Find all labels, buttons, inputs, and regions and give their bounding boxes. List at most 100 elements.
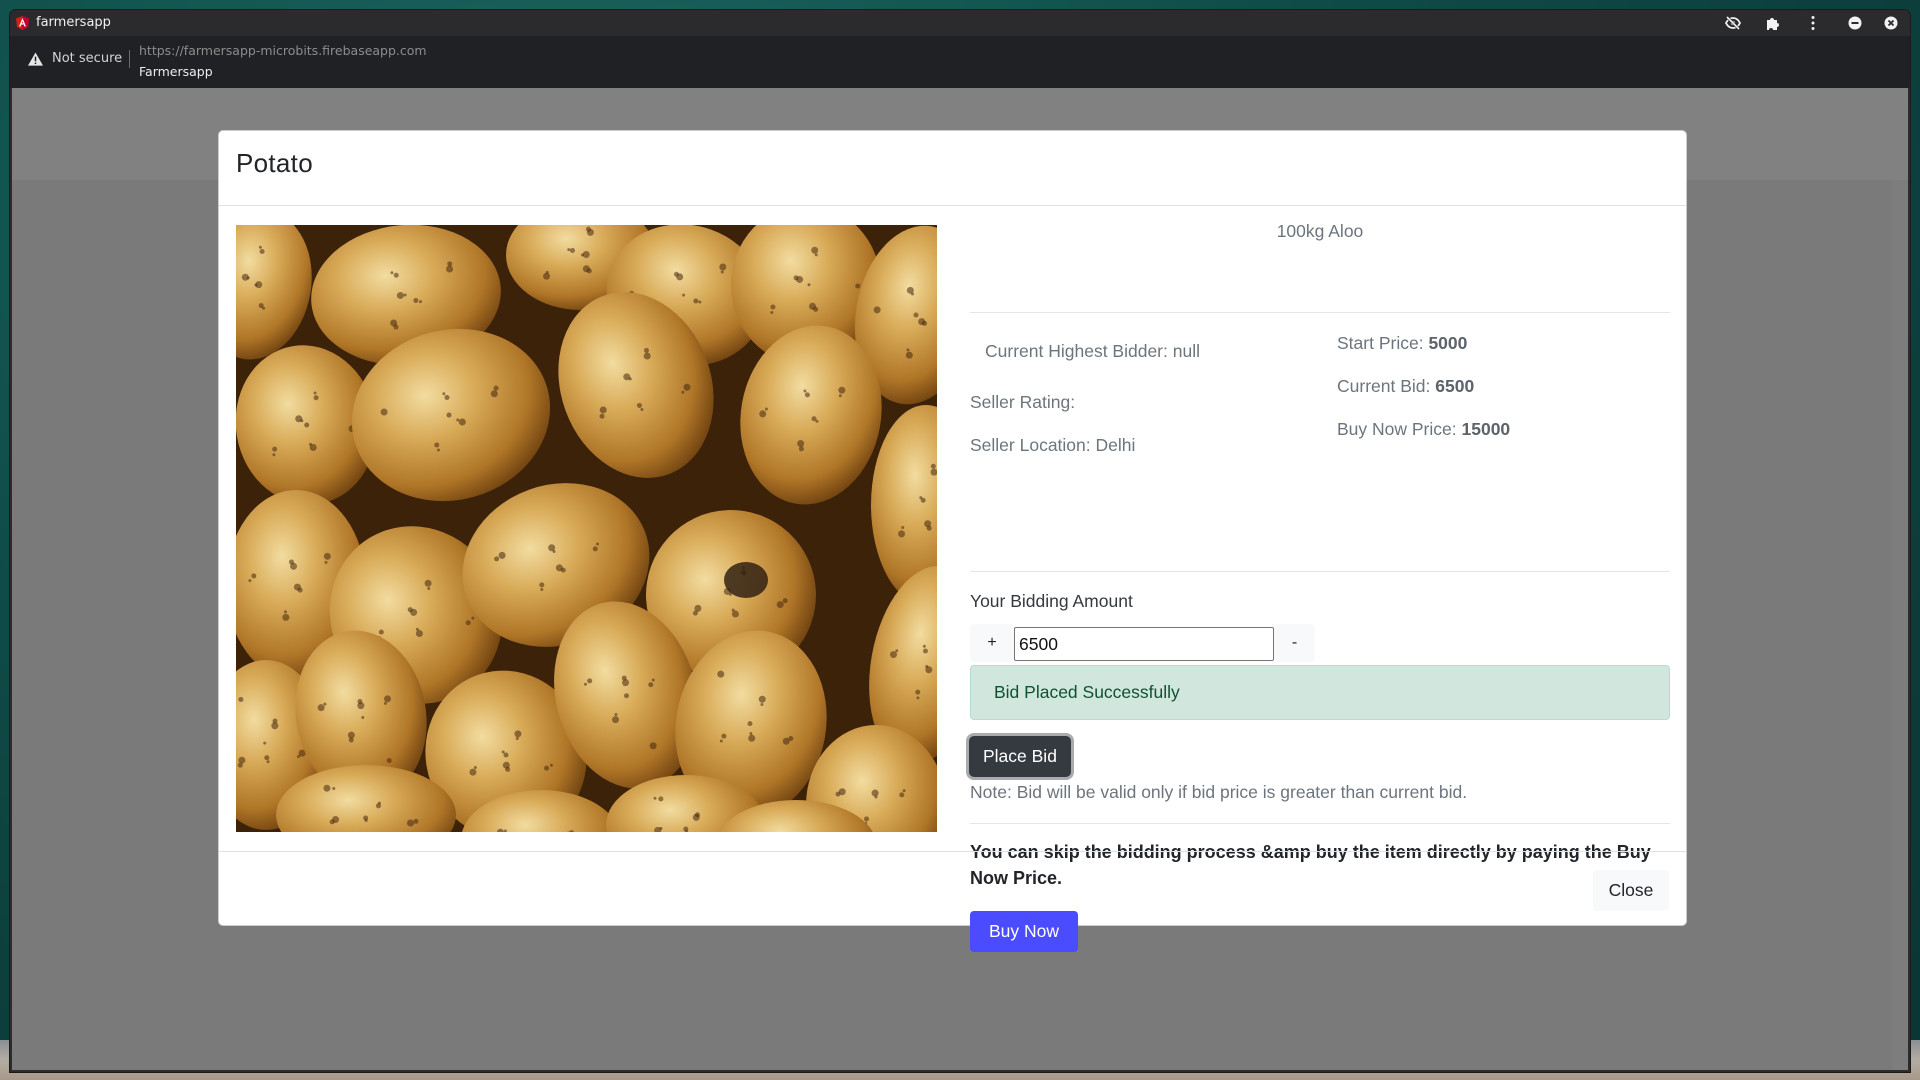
potato-speck <box>393 324 399 330</box>
potato-speck <box>692 610 698 616</box>
potato-speck <box>930 463 936 469</box>
potato-speck <box>436 448 440 452</box>
bid-amount-label: Your Bidding Amount <box>970 591 1133 611</box>
potato-speck <box>238 756 246 764</box>
seller-location-label: Seller Location: <box>970 435 1091 455</box>
potato-speck <box>427 587 431 591</box>
security-status[interactable]: Not secure <box>52 51 122 66</box>
potato-speck <box>621 675 627 681</box>
potato-speck <box>793 275 799 281</box>
potato-speck <box>323 784 331 792</box>
increment-bid-button[interactable]: + <box>970 624 1014 662</box>
potato-speck <box>444 394 450 400</box>
potato-speck <box>237 762 243 768</box>
potato-speck <box>922 320 928 326</box>
start-price-value: 5000 <box>1428 333 1468 353</box>
potato-speck <box>413 297 419 303</box>
address-separator <box>129 50 130 68</box>
potato-speck <box>719 263 727 271</box>
potato-speck <box>759 410 767 418</box>
page-title-text: Farmersapp <box>139 64 213 79</box>
potato-speck <box>329 819 335 825</box>
potato-speck <box>640 408 644 412</box>
potato-speck <box>770 310 774 314</box>
potato-speck <box>731 610 739 618</box>
place-bid-button[interactable]: Place Bid <box>969 736 1071 777</box>
decrement-bid-button[interactable]: - <box>1274 624 1315 662</box>
potato-speck <box>776 601 784 609</box>
potato-speck <box>419 300 423 304</box>
window-titlebar: farmersapp <box>10 10 1910 36</box>
potato-speck <box>682 293 686 297</box>
potato-speck <box>283 610 287 614</box>
potato-speck <box>721 733 727 739</box>
close-button[interactable]: Close <box>1593 870 1669 911</box>
potato-speck <box>407 607 413 613</box>
potato-speck <box>898 530 906 538</box>
potato-speck <box>698 300 702 304</box>
address-bar[interactable]: Not secure https://farmersapp-microbits.… <box>10 36 1910 88</box>
potato-speck <box>815 419 819 423</box>
potato-speck <box>811 246 819 254</box>
potato-speck <box>383 701 387 705</box>
potato-speck <box>916 696 920 700</box>
page-scrollbar[interactable] <box>1892 180 1908 1070</box>
close-window-icon[interactable] <box>1882 14 1900 32</box>
potato-speck <box>770 304 776 310</box>
potato-speck <box>906 286 914 294</box>
potato-speck <box>543 272 551 280</box>
potato-speck <box>544 765 550 771</box>
potato-speck <box>248 579 252 583</box>
potato-speck <box>902 789 906 793</box>
warning-icon <box>28 52 43 66</box>
url-text[interactable]: https://farmersapp-microbits.firebaseapp… <box>139 43 427 58</box>
potato-speck <box>317 704 325 712</box>
potato-speck <box>380 408 388 416</box>
potato-speck <box>251 573 257 579</box>
potato-speck <box>587 678 593 684</box>
potato-speck <box>720 270 724 274</box>
potato-speck <box>313 395 319 401</box>
potato-speck <box>272 446 278 452</box>
potato-speck <box>348 737 354 743</box>
potato-speck <box>403 293 407 297</box>
potato-speck <box>456 418 460 422</box>
potato-speck <box>415 630 423 638</box>
highest-bidder-value: null <box>1172 341 1200 361</box>
potato-speck <box>266 760 270 764</box>
puzzle-extension-icon[interactable] <box>1764 14 1782 32</box>
potato-speck <box>505 766 511 772</box>
potato-speck <box>469 768 477 776</box>
potato-speck <box>926 525 932 531</box>
potato-speck <box>804 392 810 398</box>
potato-speck <box>386 758 392 764</box>
potato-speck <box>653 796 657 800</box>
minimize-icon[interactable] <box>1846 14 1864 32</box>
browser-window: farmersapp Not secure https://farmersapp… <box>10 10 1910 1072</box>
potato-speck <box>288 559 294 565</box>
potato-speck <box>586 268 592 274</box>
potato-speck <box>925 666 933 674</box>
potato-speck <box>539 582 545 588</box>
potato-speck <box>717 670 725 678</box>
potato-speck <box>895 649 899 653</box>
potato-speck <box>798 446 804 452</box>
potato-speck <box>643 347 649 353</box>
potato-speck <box>361 715 365 719</box>
potato-speck <box>643 352 651 360</box>
angular-logo-icon <box>16 16 29 30</box>
potato-speck <box>458 418 466 426</box>
kebab-menu-icon[interactable] <box>1804 14 1822 32</box>
potato-speck <box>549 763 553 767</box>
eye-off-icon[interactable] <box>1724 14 1742 32</box>
potato-speck <box>649 742 657 750</box>
highest-bidder-label: Current Highest Bidder: <box>985 341 1168 361</box>
potato-speck <box>560 567 566 573</box>
potato-speck <box>838 394 842 398</box>
potato-speck <box>446 265 454 273</box>
bid-amount-input[interactable] <box>1014 627 1274 661</box>
potato-speck <box>446 412 452 418</box>
seller-rating-label: Seller Rating: <box>970 392 1076 412</box>
current-bid-value: 6500 <box>1435 376 1475 396</box>
potato-speck <box>313 391 317 395</box>
